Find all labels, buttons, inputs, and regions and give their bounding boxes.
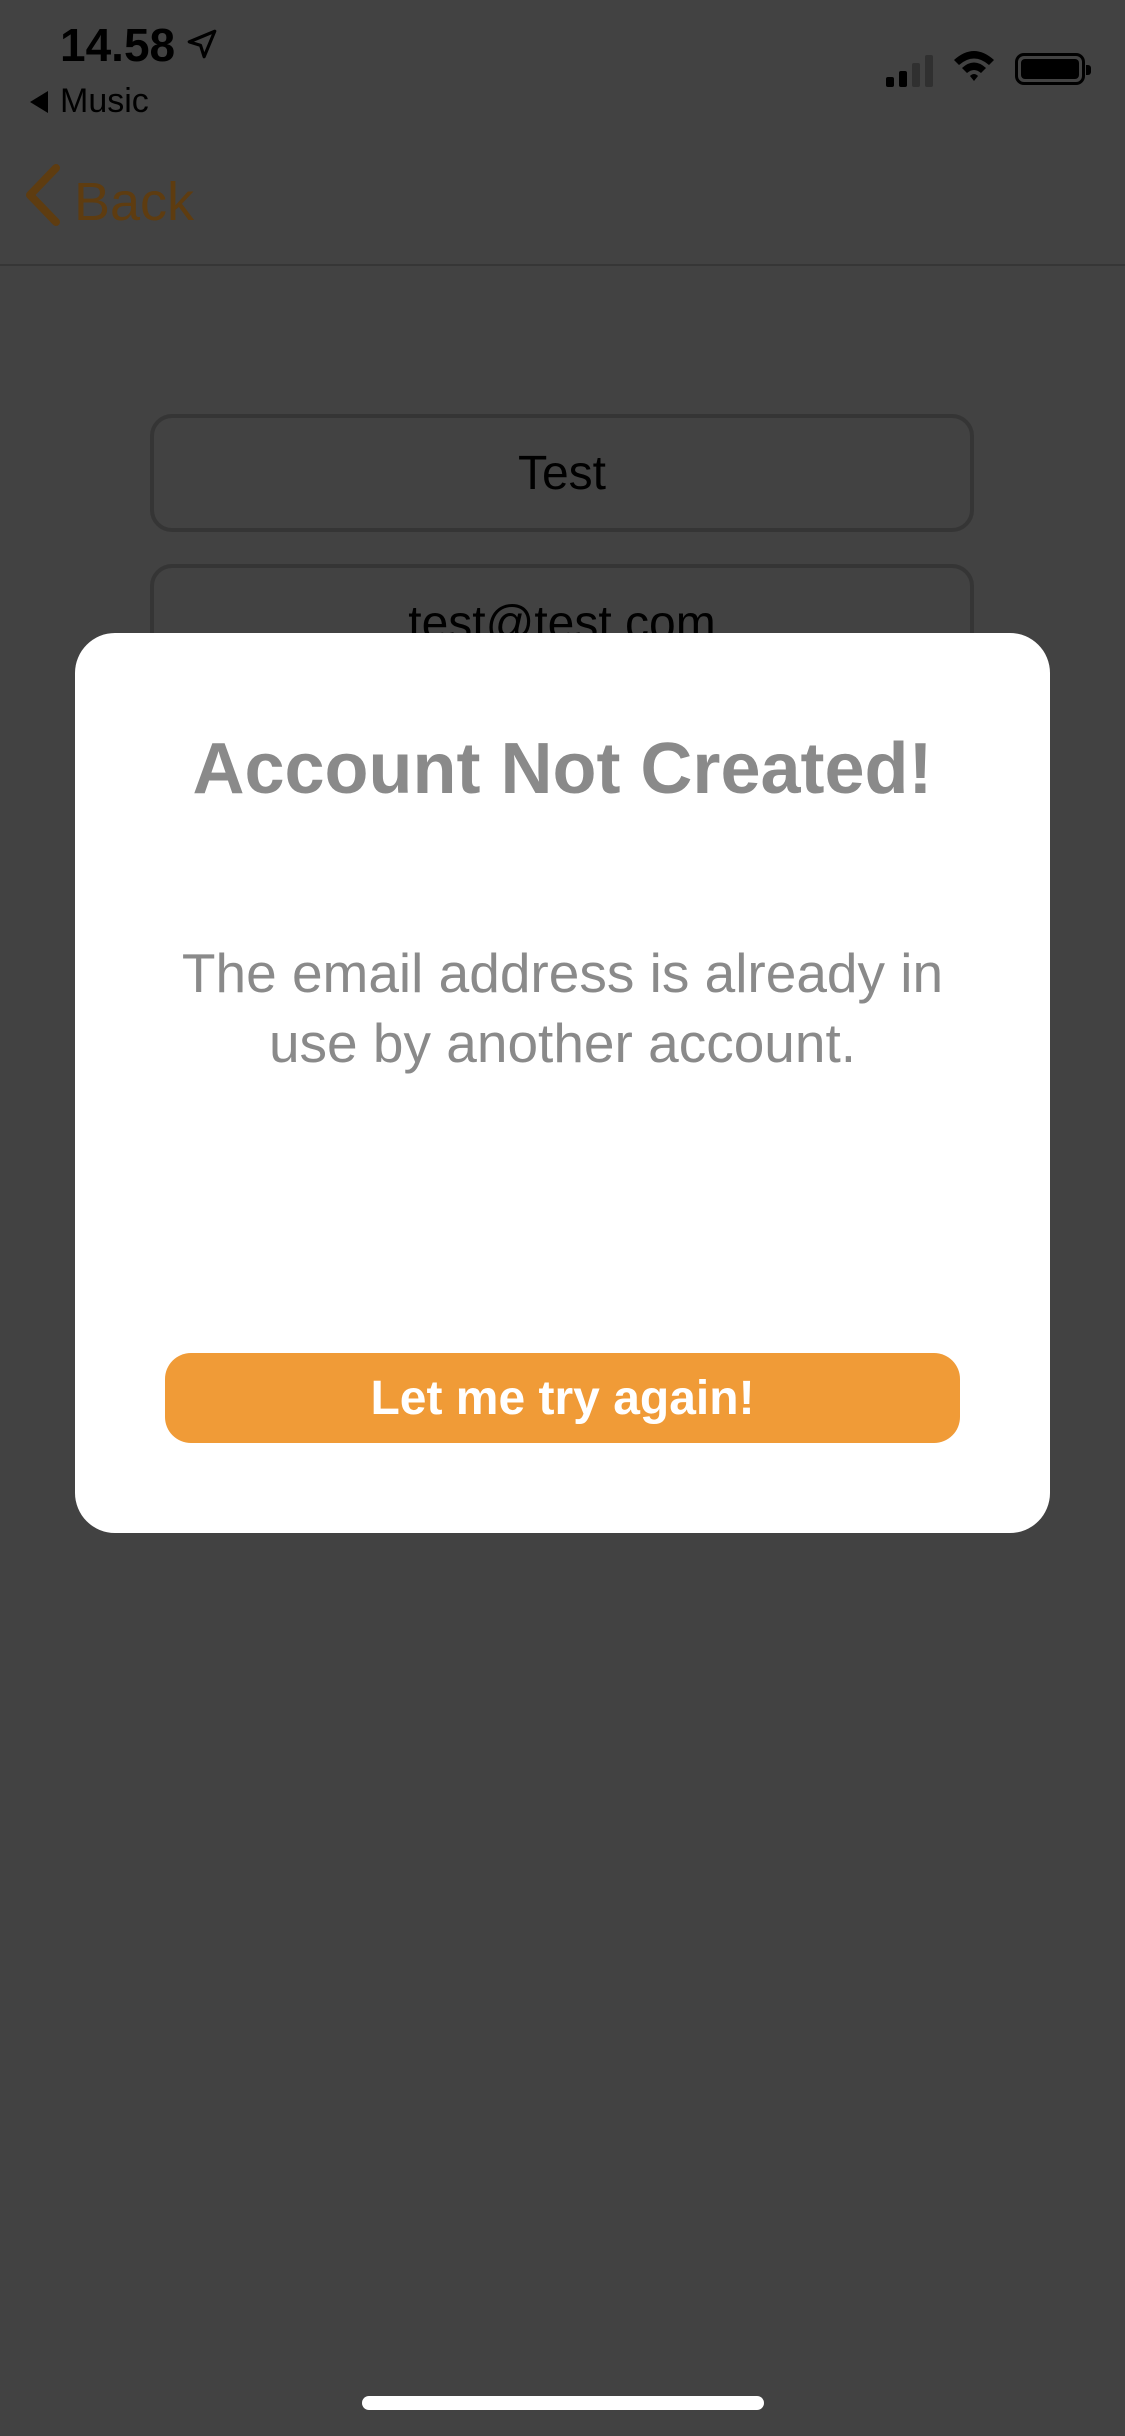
signal-icon [886,51,933,87]
alert-title: Account Not Created! [192,729,933,809]
status-indicators [886,48,1091,89]
back-button-label: Back [74,171,195,232]
return-to-app-label: Music [60,82,149,120]
status-time-label: 14.58 [60,19,176,71]
back-triangle-icon [30,90,48,113]
alert-dialog: Account Not Created! The email address i… [75,633,1050,1533]
try-again-button[interactable]: Let me try again! [165,1353,960,1443]
name-field[interactable]: Test [150,414,974,532]
return-to-app-link[interactable]: Music [30,82,149,121]
home-indicator[interactable] [362,2396,764,2410]
battery-icon [1015,52,1091,85]
name-field-value: Test [517,446,607,500]
nav-divider [0,264,1125,266]
status-time: 14.58 [60,18,219,72]
location-arrow-icon [185,18,219,72]
chevron-left-icon [22,162,64,241]
back-button[interactable]: Back [22,162,194,241]
alert-message: The email address is already in use by a… [181,942,944,1074]
wifi-icon [951,48,997,89]
